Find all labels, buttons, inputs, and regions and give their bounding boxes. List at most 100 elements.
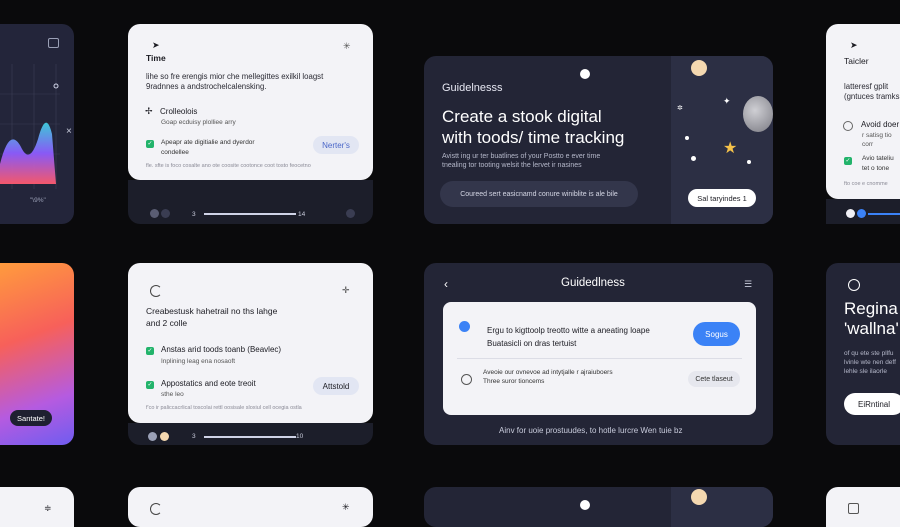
plus-icon: ✢ — [145, 106, 153, 116]
loader-icon — [150, 285, 162, 297]
hero-info-bar[interactable]: Coureed sert easicnamd conure winiblite … — [440, 181, 638, 207]
pause-dot[interactable] — [161, 209, 170, 218]
row-button[interactable]: Cete tlaseut — [688, 371, 740, 387]
inner-panel: Ergu to kigttoolp treotto witte a aneati… — [443, 302, 756, 415]
check-icon: ✓ — [146, 381, 154, 389]
menu-dot[interactable] — [346, 209, 355, 218]
clock-icon — [461, 374, 472, 385]
item-subtitle: Inplining leag ena nosaoft — [161, 358, 236, 365]
sparkle-icon: ✳ — [343, 41, 351, 51]
star-dot — [580, 500, 590, 510]
settings-icon: ≑ — [44, 503, 52, 513]
sparkle-icon: ✳ — [342, 502, 350, 512]
time-right: 10 — [296, 433, 304, 440]
logo-icon — [459, 321, 470, 332]
sparkle-icon: ✦ — [723, 96, 731, 106]
item-title: Avoid doer — [861, 120, 900, 129]
task-card-partial: ➤ Taicler latteresf gplit (gntuces tramks… — [826, 24, 900, 199]
time-left: 3 — [192, 433, 196, 440]
promo-title: Regina'wallna' — [844, 299, 899, 338]
item-title: Avio tateliu — [862, 155, 894, 162]
hero-card-guidelines: Guidelnesss Create a stook digital with t… — [424, 56, 773, 224]
pause-dot[interactable] — [160, 432, 169, 441]
card-description: lihe so fre erengis mior che mellegittes… — [146, 72, 324, 91]
promo-card-partial: Regina'wallna' of qu ete ste pllfu lvinle… — [826, 263, 900, 445]
progress-track[interactable] — [204, 213, 296, 215]
play-dot[interactable] — [846, 209, 855, 218]
card-partial-bottom: ≑ — [0, 487, 74, 527]
hero-title: Create a stook digital with toods/ time t… — [442, 107, 625, 147]
item-subtitle: r satisg tio corr — [862, 132, 892, 148]
action-button[interactable]: Nerter's — [313, 136, 359, 154]
media-player: 3 10 — [128, 423, 373, 445]
image-icon — [848, 503, 859, 514]
check-icon: ✓ — [844, 157, 852, 165]
hero-button[interactable]: Sal taryindes 1 — [688, 189, 756, 207]
hero-header: Guidelnesss — [442, 82, 503, 94]
star-dot — [691, 156, 696, 161]
item-subtitle: condellee — [161, 149, 189, 156]
row-text: Aveoie our ovnevoe ad intytjalle r ajrai… — [483, 369, 613, 385]
card-partial-bottom: ✳ — [128, 487, 373, 527]
chart-card-partial: × "\9%" — [0, 24, 74, 224]
media-player: 3 14 — [128, 180, 373, 224]
planet-icon — [691, 60, 707, 76]
santate-button[interactable]: Santate! — [10, 410, 52, 426]
item-title: Appostatics and eote treoit — [161, 379, 256, 388]
loader-icon — [150, 503, 162, 515]
guidelines-card: ‹ Guidedlness ☰ Ergu to kigttoolp treott… — [424, 263, 773, 445]
divider — [457, 358, 742, 359]
item-title: Anstas arid toods toanb (Beavlec) — [161, 345, 282, 354]
item-subtitle: sthe leo — [161, 391, 184, 398]
arrow-icon: ➤ — [850, 40, 858, 50]
chart-label: "\9%" — [30, 197, 46, 204]
star-dot — [580, 69, 590, 79]
progress-track[interactable] — [868, 213, 900, 215]
close-icon[interactable]: × — [66, 126, 72, 137]
star-icon: ★ — [723, 140, 738, 157]
gradient-card-partial: Santate! — [0, 263, 74, 445]
time-left: 3 — [192, 211, 196, 218]
task-card-checklist: ✛ Creabestusk hahetrail no ths lahge and … — [128, 263, 373, 423]
info-icon — [843, 121, 853, 131]
play-dot[interactable] — [150, 209, 159, 218]
card-footer: fto coe e cnomme — [844, 181, 888, 187]
check-icon: ✓ — [146, 347, 154, 355]
media-player — [826, 199, 900, 224]
card-footer: fle. sfte is foco cosalte ano ote coosit… — [146, 163, 311, 169]
back-arrow-icon[interactable]: ‹ — [444, 277, 448, 291]
menu-icon[interactable]: ☰ — [744, 279, 752, 290]
action-button[interactable]: Attstold — [313, 377, 359, 395]
card-footer: f'co ir paliccacrlical toscolai rettl oo… — [146, 405, 302, 411]
target-icon — [848, 279, 860, 291]
area-chart — [0, 64, 60, 189]
item-title: Crolleolois — [160, 107, 198, 116]
card-caption: Ainv for uoie prostuudes, to hotle lurcr… — [499, 426, 683, 435]
time-right: 14 — [298, 211, 306, 218]
image-icon[interactable] — [48, 38, 59, 48]
card-title: Taicler — [844, 56, 869, 66]
arrow-icon: ➤ — [152, 40, 160, 50]
star-dot — [685, 136, 689, 140]
hero-description: Avistt ing ur ter buatlines of your Post… — [442, 153, 601, 169]
inner-title: Ergu to kigttoolp treotto witte a aneati… — [487, 326, 650, 348]
item-title: Apeapr ate digitialie and dyerdor — [161, 139, 255, 146]
star-dot — [747, 160, 751, 164]
card-partial-bottom — [424, 487, 773, 527]
pause-dot[interactable] — [857, 209, 866, 218]
sparkle-icon: ✲ — [677, 105, 683, 112]
sparkle-icon: ✛ — [342, 285, 350, 295]
item-subtitle: tet o tone — [862, 165, 890, 172]
task-card-time: ➤ Time ✳ lihe so fre erengis mior che me… — [128, 24, 373, 180]
item-subtitle: Goap ecduisy plolliee arry — [161, 119, 236, 126]
card-partial-bottom — [826, 487, 900, 527]
moon-icon — [743, 96, 773, 132]
card-title: Time — [146, 53, 166, 63]
progress-track[interactable] — [204, 436, 296, 438]
card-description: latteresf gplit (gntuces tramks — [844, 82, 900, 101]
play-dot[interactable] — [148, 432, 157, 441]
promo-button[interactable]: EiRntinal — [844, 393, 900, 415]
promo-desc: of qu ete ste pllfu lvinle wte nen deff le… — [844, 350, 896, 375]
sogus-button[interactable]: Sogus — [693, 322, 740, 346]
card-title: Creabestusk hahetrail no ths lahge and 2 … — [146, 306, 278, 328]
